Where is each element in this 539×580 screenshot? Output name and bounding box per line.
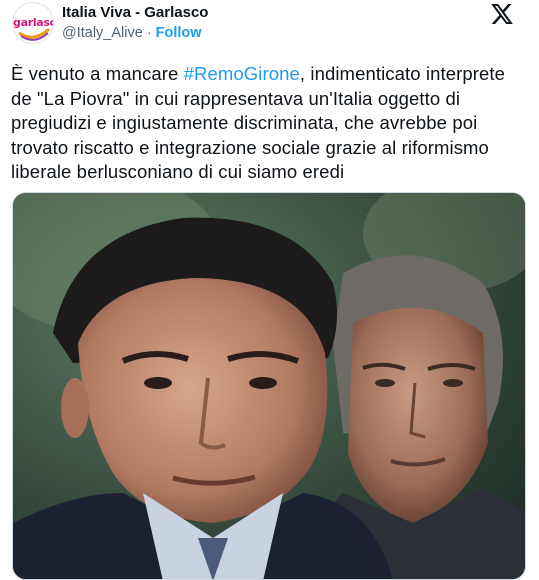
follow-button[interactable]: Follow — [156, 25, 202, 41]
tweet-text: È venuto a mancare #RemoGirone, indiment… — [11, 62, 527, 185]
x-logo-icon[interactable] — [490, 3, 516, 27]
tweet-text-start: È venuto a mancare — [11, 63, 184, 84]
separator-dot: · — [146, 25, 152, 41]
handle-line: @Italy_Alive · Follow — [62, 25, 202, 41]
hashtag-link[interactable]: #RemoGirone — [184, 63, 300, 84]
tweet-media-photo[interactable] — [12, 192, 526, 580]
handle[interactable]: @Italy_Alive — [62, 25, 143, 41]
avatar[interactable]: garlasco — [12, 2, 54, 44]
tweet-card: garlasco Italia Viva - Garlasco @Italy_A… — [0, 0, 539, 580]
display-name[interactable]: Italia Viva - Garlasco — [62, 4, 208, 21]
photo-illustration — [13, 193, 525, 579]
avatar-label: garlasco — [13, 16, 53, 29]
tweet-header: garlasco Italia Viva - Garlasco @Italy_A… — [10, 0, 530, 52]
